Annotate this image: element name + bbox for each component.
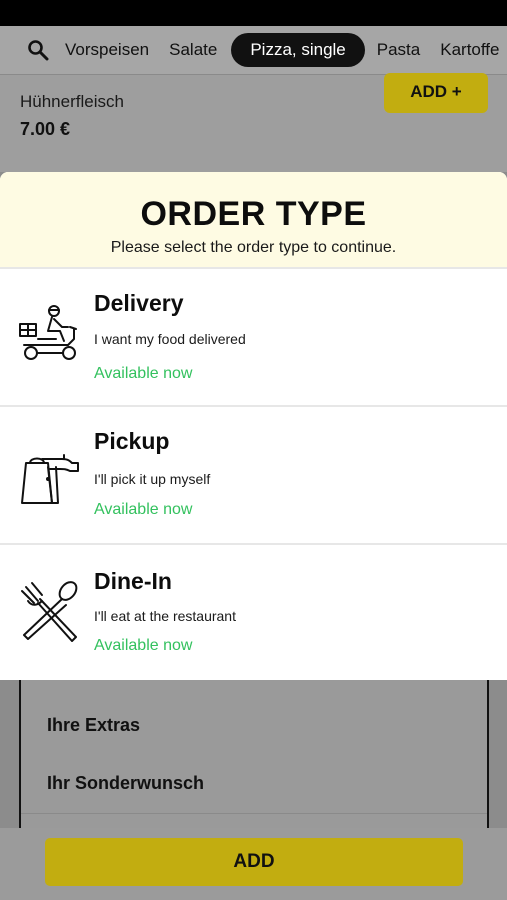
search-icon[interactable] (27, 37, 49, 63)
option-title: Pickup (94, 428, 170, 454)
category-nav: Vorspeisen Salate Pizza, single Pasta Ka… (0, 26, 507, 74)
status-bar (0, 0, 507, 26)
option-title: Delivery (94, 290, 184, 316)
category-tab-vorspeisen[interactable]: Vorspeisen (65, 40, 149, 60)
option-description: I want my food delivered (94, 331, 246, 347)
order-option-delivery[interactable]: Delivery I want my food delivered Availa… (0, 269, 507, 407)
product-add-button[interactable]: ADD + (384, 73, 488, 113)
special-request-label[interactable]: Ihr Sonderwunsch (47, 773, 204, 794)
extras-label[interactable]: Ihre Extras (47, 715, 140, 736)
modal-subtitle: Please select the order type to continue… (110, 239, 397, 256)
scooter-delivery-icon (19, 305, 77, 360)
option-description: I'll pick it up myself (94, 471, 211, 487)
option-availability: Available now (94, 365, 193, 382)
order-type-modal: ORDER TYPE Please select the order type … (0, 172, 507, 680)
modal-title: ORDER TYPE (140, 195, 367, 233)
category-tab-pizza-single[interactable]: Pizza, single (231, 33, 365, 67)
fork-spoon-icon (21, 581, 78, 642)
add-to-cart-button[interactable]: ADD (45, 838, 463, 886)
product-name: Hühnerfleisch (20, 92, 124, 111)
pickup-bag-icon (21, 454, 79, 504)
category-tab-salate[interactable]: Salate (169, 40, 217, 60)
order-option-pickup[interactable]: Pickup I'll pick it up myself Available … (0, 407, 507, 545)
option-availability: Available now (94, 637, 193, 654)
divider (21, 813, 487, 814)
option-description: I'll eat at the restaurant (94, 608, 236, 624)
product-price: 7.00 € (20, 119, 71, 139)
option-title: Dine-In (94, 568, 172, 594)
modal-header: ORDER TYPE Please select the order type … (0, 172, 507, 269)
category-tab-pasta[interactable]: Pasta (377, 40, 420, 60)
order-option-dine-in[interactable]: Dine-In I'll eat at the restaurant Avail… (0, 545, 507, 680)
category-tab-kartoffel[interactable]: Kartoffe (440, 40, 499, 60)
option-availability: Available now (94, 501, 193, 518)
background-product-card: Hühnerfleisch 7.00 € ADD + (0, 73, 507, 172)
